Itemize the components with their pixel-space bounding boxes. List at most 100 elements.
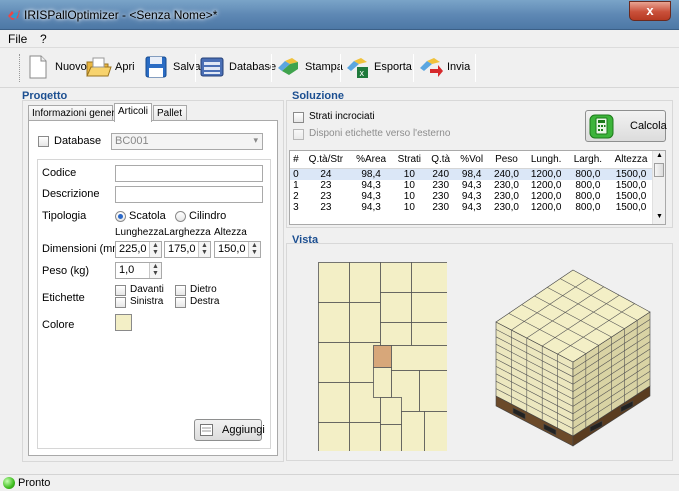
scatola-radio[interactable] [115, 211, 126, 222]
table-row[interactable]: 1 23 94,3 10 230 94,3 230,0 1200,0 800,0 1500,0 [290, 180, 654, 191]
larghezza-header: Larghezza [164, 227, 211, 238]
table-scrollbar[interactable]: ▲ ▼ [652, 151, 665, 224]
layout-box [380, 424, 402, 451]
disponi-etichette-checkbox[interactable] [293, 129, 304, 140]
column-header[interactable]: %Vol [454, 151, 489, 169]
destra-checkbox[interactable] [175, 297, 186, 308]
lunghezza-stepper[interactable]: 225,0 ▲ ▼ [115, 241, 162, 258]
layout-box [373, 345, 392, 368]
davanti-checkbox[interactable] [115, 285, 126, 296]
column-header[interactable]: %Area [349, 151, 393, 169]
database-combo-value: BC001 [115, 135, 149, 147]
window-title: IRISPallOptimizer - <Senza Nome>* [24, 8, 218, 22]
column-header[interactable]: Altezza [608, 151, 654, 169]
solution-table[interactable]: # Q.tà/Str %Area Strati Q.tà %Vol Peso Lungh. La… [289, 150, 666, 225]
print-button[interactable]: Stampa [274, 52, 343, 82]
disponi-etichette-label: Disponi etichette verso l'esterno [309, 128, 451, 139]
stepper-arrows-icon[interactable]: ▲ ▼ [248, 242, 260, 257]
colore-swatch[interactable] [115, 314, 132, 331]
export-button[interactable]: x Esporta [343, 52, 412, 82]
send-button[interactable]: Invia [416, 52, 470, 82]
stepper-arrows-icon[interactable]: ▲ ▼ [149, 263, 161, 278]
table-cell: 1500,0 [615, 201, 647, 213]
table-cell: 10 [403, 179, 415, 191]
calcola-button[interactable]: Calcola [585, 110, 667, 142]
new-button[interactable]: Nuovo [24, 52, 87, 82]
export-excel-icon: x [347, 58, 368, 78]
table-cell: 800,0 [575, 201, 601, 213]
stepper-arrows-icon[interactable]: ▲ ▼ [198, 242, 210, 257]
table-cell: 230,0 [493, 190, 519, 202]
altezza-stepper[interactable]: 150,0 ▲ ▼ [214, 241, 261, 258]
column-header[interactable]: Largh. [567, 151, 609, 169]
close-button[interactable]: x [629, 1, 671, 21]
dietro-checkbox[interactable] [175, 285, 186, 296]
cilindro-radio[interactable] [175, 211, 186, 222]
scrollbar-thumb[interactable] [654, 163, 664, 177]
table-row[interactable]: 2 23 94,3 10 230 94,3 230,0 1200,0 800,0 1500,0 [290, 191, 654, 202]
toolbar-separator [195, 54, 196, 82]
toolbar-separator [413, 54, 414, 82]
tab-pallet[interactable]: Pallet [153, 105, 187, 121]
menu-file[interactable]: File [8, 32, 27, 46]
descrizione-input[interactable] [115, 186, 263, 203]
database-button[interactable]: Database [198, 52, 276, 82]
table-row[interactable]: 3 23 94,3 10 230 94,3 230,0 1200,0 800,0 1500,0 [290, 202, 654, 213]
table-cell: 1500,0 [608, 168, 654, 180]
column-header[interactable]: Q.tà/Str [301, 151, 350, 169]
layout-box [349, 422, 381, 451]
tab-articoli[interactable]: Articoli [114, 103, 152, 122]
table-cell: 98,4 [349, 168, 393, 180]
save-button[interactable]: Salva [142, 52, 201, 82]
larghezza-value: 175,0 [168, 243, 196, 255]
articoli-tab-content: Database BC001 ▾ Codice Descrizione Tipo… [28, 120, 278, 456]
table-row[interactable]: 0 24 98,4 10 240 98,4 240,0 1200,0 800,0 1500,0 [290, 168, 654, 180]
table-cell: 23 [320, 201, 332, 213]
save-button-label: Salva [173, 61, 201, 73]
lunghezza-header: Lunghezza [115, 227, 164, 238]
table-cell: 1200,0 [524, 168, 568, 180]
larghezza-stepper[interactable]: 175,0 ▲ ▼ [164, 241, 211, 258]
toolbar: Nuovo Apri Salva Database Stampa x Espor… [0, 48, 679, 88]
peso-stepper[interactable]: 1,0 ▲ ▼ [115, 262, 162, 279]
status-text: Pronto [18, 477, 51, 489]
layout-box [411, 262, 447, 293]
destra-label: Destra [190, 296, 220, 307]
scroll-down-icon[interactable]: ▼ [656, 213, 663, 220]
print-icon [278, 58, 298, 75]
peso-label: Peso (kg) [42, 265, 90, 277]
sinistra-checkbox[interactable] [115, 297, 126, 308]
scroll-up-icon[interactable]: ▲ [656, 152, 663, 159]
layout-box [349, 302, 381, 343]
app-logo-icon [8, 10, 20, 20]
column-header[interactable]: Q.tà [426, 151, 455, 169]
table-cell: 1200,0 [530, 201, 562, 213]
strati-incrociati-label: Strati incrociati [309, 111, 375, 122]
svg-text:x: x [360, 68, 365, 78]
column-header[interactable]: Lungh. [524, 151, 568, 169]
table-cell: 230 [432, 179, 450, 191]
database-combo[interactable]: BC001 ▾ [111, 133, 263, 150]
column-header[interactable]: Peso [488, 151, 525, 169]
table-cell: 1200,0 [530, 179, 562, 191]
table-cell: 3 [293, 201, 299, 213]
layout-box [380, 262, 412, 293]
table-header-row: # Q.tà/Str %Area Strati Q.tà %Vol Peso Lungh. La… [290, 151, 654, 169]
menu-help[interactable]: ? [40, 32, 47, 46]
column-header[interactable]: Strati [392, 151, 427, 169]
open-button[interactable]: Apri [84, 52, 135, 82]
toolbar-grip[interactable] [19, 54, 23, 82]
aggiungi-button[interactable]: Aggiungi [194, 419, 265, 441]
table-cell: 230,0 [493, 179, 519, 191]
stepper-arrows-icon[interactable]: ▲ ▼ [149, 242, 161, 257]
database-checkbox[interactable] [38, 136, 49, 147]
table-cell: 23 [320, 190, 332, 202]
open-folder-icon [86, 57, 112, 77]
etichette-label: Etichette [42, 292, 85, 304]
new-button-label: Nuovo [55, 61, 87, 73]
tab-informazioni-generali[interactable]: Informazioni generali [28, 105, 125, 121]
codice-input[interactable] [115, 165, 263, 182]
strati-incrociati-checkbox[interactable] [293, 112, 304, 123]
column-header[interactable]: # [290, 151, 302, 169]
solution-grid: # Q.tà/Str %Area Strati Q.tà %Vol Peso Lungh. La… [290, 151, 654, 213]
